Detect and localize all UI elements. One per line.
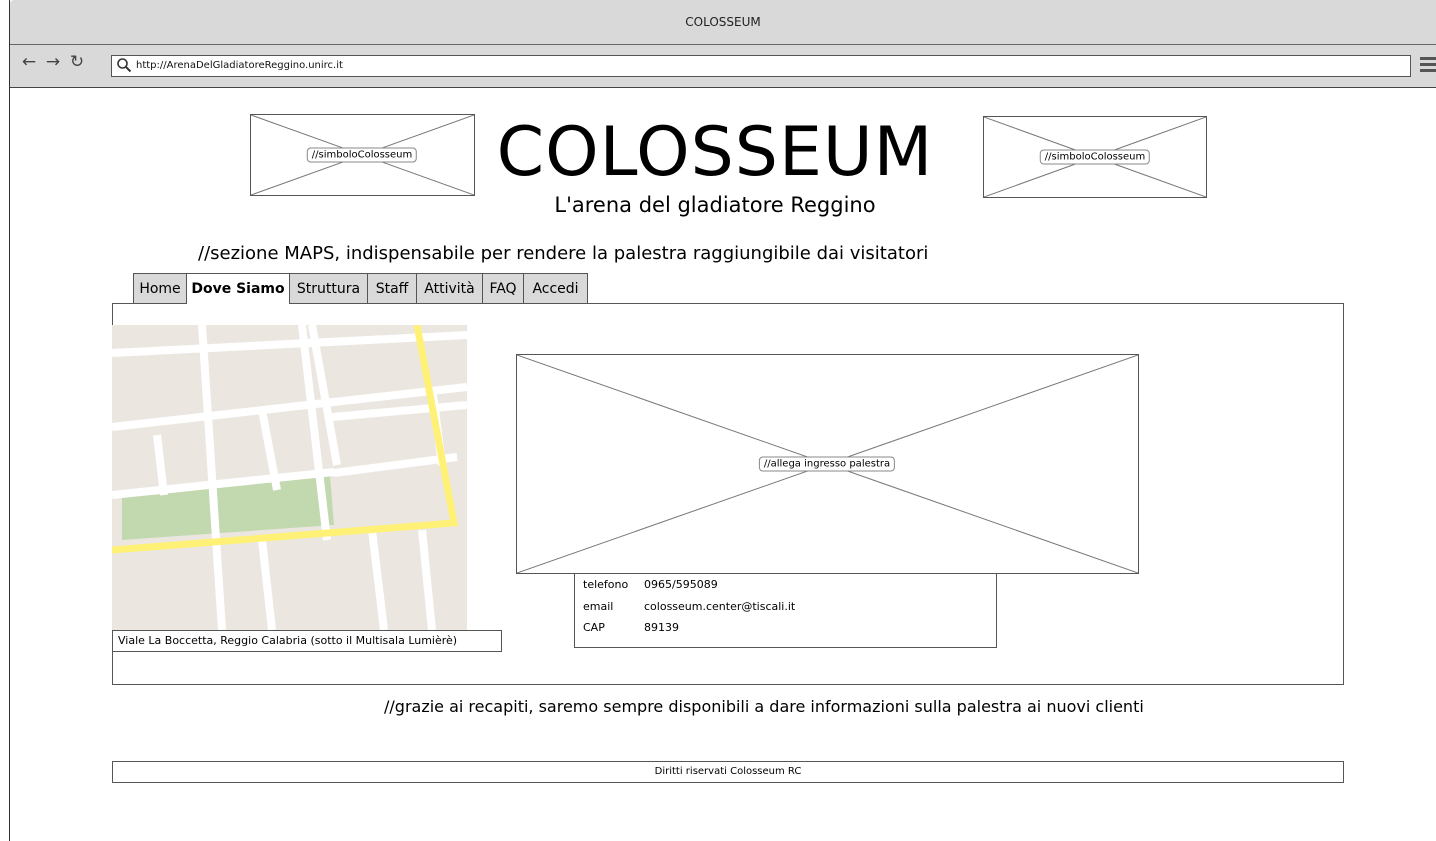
tab-home[interactable]: Home (133, 273, 187, 303)
tab-staff[interactable]: Staff (367, 273, 417, 303)
map-widget[interactable] (112, 325, 467, 630)
entrance-image-label: //allega ingresso palestra (758, 456, 896, 472)
tab-faq[interactable]: FAQ (482, 273, 524, 303)
phone-label: telefono (583, 578, 629, 591)
site-subtitle: L'arena del gladiatore Reggino (554, 193, 876, 217)
email-value[interactable]: colosseum.center@tiscali.it (644, 600, 795, 613)
logo-left-label: //simboloColosseum (306, 147, 418, 163)
tab-struttura[interactable]: Struttura (289, 273, 368, 303)
phone-value: 0965/595089 (644, 578, 718, 591)
logo-left-placeholder: //simboloColosseum (250, 114, 475, 196)
tab-accedi[interactable]: Accedi (523, 273, 588, 303)
site-title: COLOSSEUM (496, 113, 934, 192)
maps-annotation: //sezione MAPS, indispensabile per rende… (198, 243, 929, 264)
map-caption: Viale La Boccetta, Reggio Calabria (sott… (112, 630, 502, 652)
address-text[interactable]: http://ArenaDelGladiatoreReggino.unirc.i… (136, 55, 343, 77)
contact-box: telefono 0965/595089 email colosseum.cen… (574, 573, 997, 648)
contacts-annotation: //grazie ai recapiti, saremo sempre disp… (384, 697, 1144, 716)
footer-text: Diritti riservati Colosseum RC (654, 766, 802, 777)
entrance-image-placeholder: //allega ingresso palestra (516, 354, 1139, 574)
tab-dove-siamo[interactable]: Dove Siamo (186, 273, 290, 304)
menu-icon[interactable] (1420, 57, 1436, 75)
forward-arrow-icon[interactable]: → (43, 52, 63, 72)
logo-right-label: //simboloColosseum (1039, 149, 1151, 165)
tab-attivita[interactable]: Attività (416, 273, 483, 303)
reload-icon[interactable]: ↻ (67, 52, 87, 72)
email-label: email (583, 600, 614, 613)
cap-label: CAP (583, 621, 605, 634)
search-icon (116, 57, 132, 73)
back-arrow-icon[interactable]: ← (19, 52, 39, 72)
cap-value: 89139 (644, 621, 679, 634)
logo-right-placeholder: //simboloColosseum (983, 116, 1207, 198)
